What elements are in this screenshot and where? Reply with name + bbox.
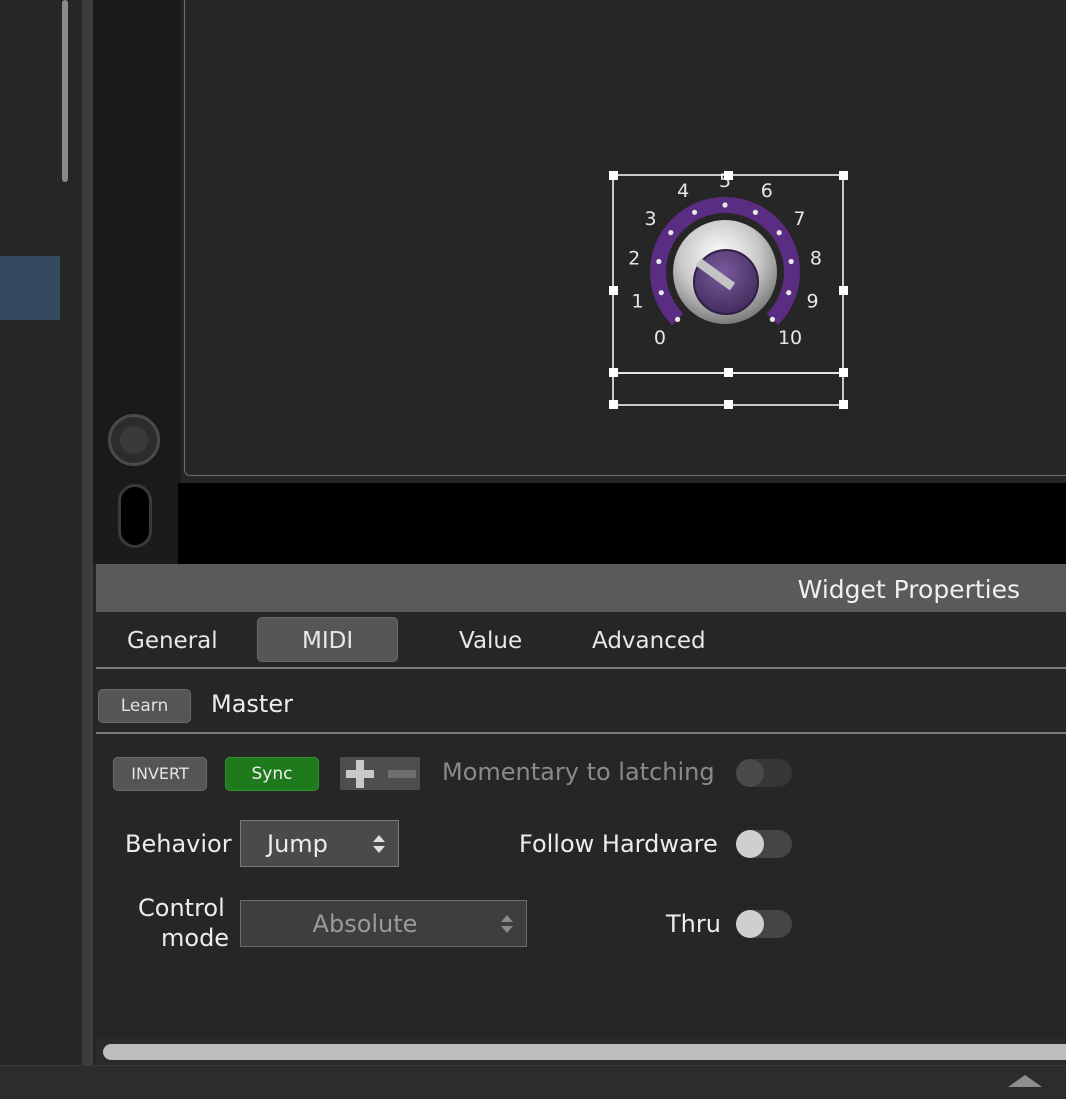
knob-tick-dot: [752, 209, 759, 215]
rack-slot-icon: [118, 484, 152, 548]
collapse-up-icon[interactable]: [1008, 1074, 1042, 1088]
momentary-label: Momentary to latching: [442, 758, 715, 786]
tab-value[interactable]: Value: [459, 628, 522, 654]
knob-tick-dot: [658, 290, 664, 296]
updown-chevron-icon: [501, 915, 513, 933]
properties-title: Widget Properties: [797, 575, 1020, 604]
thru-toggle[interactable]: [736, 910, 792, 938]
tab-general[interactable]: General: [127, 628, 218, 654]
knob-scale-label: 9: [806, 290, 818, 312]
sync-button[interactable]: Sync: [225, 757, 319, 791]
thru-label: Thru: [666, 910, 721, 938]
left-panel: [0, 0, 82, 1065]
behavior-select[interactable]: Jump: [240, 820, 399, 867]
learn-divider: [96, 732, 1066, 734]
knob-tick-dot: [769, 316, 775, 322]
control-mode-value: Absolute: [312, 910, 418, 938]
knob-dial[interactable]: [650, 197, 800, 326]
left-selected-item[interactable]: [0, 256, 60, 320]
control-mode-label-line2: mode: [161, 924, 230, 952]
left-scrollbar-thumb[interactable]: [62, 0, 68, 182]
knob-tick-dot: [675, 316, 681, 322]
status-bar: [0, 1065, 1066, 1099]
knob-tick-dot: [668, 230, 674, 236]
knob-tick-dot: [788, 258, 794, 265]
knob-scale-label: 0: [654, 327, 666, 349]
knob-scale-label: 7: [793, 208, 805, 230]
knob-tick-dot: [776, 230, 782, 236]
learn-button[interactable]: Learn: [98, 689, 191, 723]
follow-hardware-toggle[interactable]: [736, 830, 792, 858]
control-mode-select[interactable]: Absolute: [240, 900, 527, 947]
rack-screw-icon: [108, 414, 160, 466]
midi-target-name: Master: [211, 690, 293, 718]
updown-chevron-icon: [373, 835, 385, 853]
momentary-toggle[interactable]: [736, 759, 792, 787]
knob-scale-label: 6: [761, 180, 773, 202]
knob-scale-label: 10: [778, 327, 802, 349]
knob-tick-dot: [786, 290, 792, 296]
control-mode-label-line1: Control: [138, 894, 225, 922]
knob-scale-label: 3: [645, 208, 657, 230]
canvas-footer-band: [93, 483, 1066, 564]
knob-scale-label: 8: [810, 248, 822, 270]
follow-hardware-label: Follow Hardware: [519, 830, 718, 858]
horizontal-scrollbar-thumb[interactable]: [103, 1044, 1066, 1060]
left-panel-divider[interactable]: [82, 0, 93, 1065]
tab-advanced[interactable]: Advanced: [592, 628, 706, 654]
rack-strip: [93, 0, 181, 483]
knob-tick-dot: [656, 258, 662, 265]
knob-tick-dot: [691, 209, 698, 215]
tabs-divider: [96, 667, 1066, 669]
knob-scale-label: 1: [631, 290, 643, 312]
invert-button[interactable]: INVERT: [113, 757, 207, 791]
behavior-value: Jump: [267, 830, 328, 858]
knob-scale-label: 2: [628, 248, 640, 270]
knob-tick-dot: [722, 202, 728, 208]
plus-minus-icon[interactable]: [340, 757, 420, 790]
knob-widget[interactable]: 01234 5 678910: [600, 160, 860, 420]
tab-midi[interactable]: MIDI: [302, 628, 353, 654]
behavior-label: Behavior: [125, 830, 232, 858]
knob-scale-label: 4: [677, 180, 689, 202]
